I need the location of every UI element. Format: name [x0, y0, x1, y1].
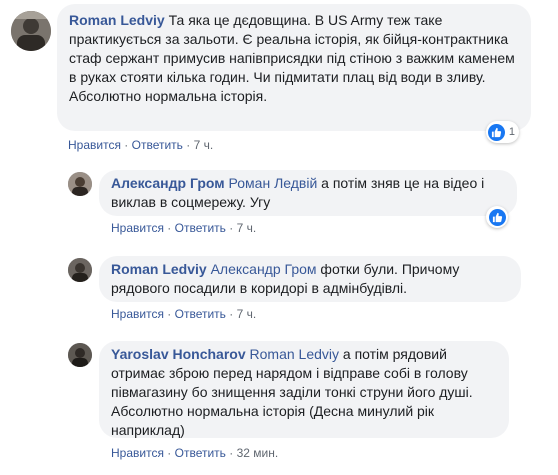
comment-bubble: Yaroslav Honcharov Roman Ledviy а потім …	[99, 341, 509, 438]
timestamp[interactable]: 32 мин.	[237, 446, 279, 460]
comment-actions: Нравится · Ответить · 7 ч.	[111, 220, 256, 236]
mention-link[interactable]: Roman Ledviy	[250, 346, 340, 362]
reply-button[interactable]: Ответить	[132, 138, 183, 152]
like-button[interactable]: Нравится	[111, 307, 164, 321]
reply-button[interactable]: Ответить	[175, 221, 226, 235]
timestamp[interactable]: 7 ч.	[237, 307, 257, 321]
reply-button[interactable]: Ответить	[175, 446, 226, 460]
reaction-count[interactable]: 1	[486, 121, 519, 143]
comment-author[interactable]: Roman Ledviy	[69, 12, 165, 28]
timestamp[interactable]: 7 ч.	[194, 138, 214, 152]
comment-actions: Нравится · Ответить · 7 ч.	[111, 306, 256, 322]
avatar[interactable]	[68, 343, 92, 367]
comment-actions: Нравится · Ответить · 32 мин.	[111, 445, 278, 461]
separator: ·	[229, 307, 234, 321]
separator: ·	[229, 446, 234, 460]
reply-button[interactable]: Ответить	[175, 307, 226, 321]
separator: ·	[124, 138, 129, 152]
mention-link[interactable]: Александр Гром	[211, 261, 317, 277]
comment-author[interactable]: Roman Ledviy	[111, 261, 207, 277]
comment-author[interactable]: Александр Гром	[111, 175, 225, 191]
comment-bubble: Александр Гром Роман Ледвій а потім зняв…	[99, 170, 517, 216]
comment-bubble: Roman Ledviy Та яка це дєдовщина. В US A…	[57, 4, 531, 131]
separator: ·	[167, 307, 172, 321]
separator: ·	[186, 138, 191, 152]
separator: ·	[229, 221, 234, 235]
comment-bubble: Roman Ledviy Александр Гром фотки були. …	[99, 256, 521, 302]
reaction-number: 1	[508, 126, 515, 138]
comment-actions: Нравится · Ответить · 7 ч.	[68, 137, 213, 153]
avatar[interactable]	[68, 258, 92, 282]
like-button[interactable]: Нравится	[68, 138, 121, 152]
comment-author[interactable]: Yaroslav Honcharov	[111, 346, 246, 362]
like-button[interactable]: Нравится	[111, 446, 164, 460]
like-button[interactable]: Нравится	[111, 221, 164, 235]
avatar[interactable]	[11, 11, 51, 51]
reaction-count[interactable]	[486, 206, 508, 228]
comment-text-2: Абсолютно нормальна історія.	[69, 88, 268, 104]
timestamp[interactable]: 7 ч.	[237, 221, 257, 235]
separator: ·	[167, 221, 172, 235]
avatar[interactable]	[68, 172, 92, 196]
like-icon	[488, 208, 506, 226]
separator: ·	[167, 446, 172, 460]
mention-link[interactable]: Роман Ледвій	[229, 175, 318, 191]
like-icon	[488, 123, 505, 141]
